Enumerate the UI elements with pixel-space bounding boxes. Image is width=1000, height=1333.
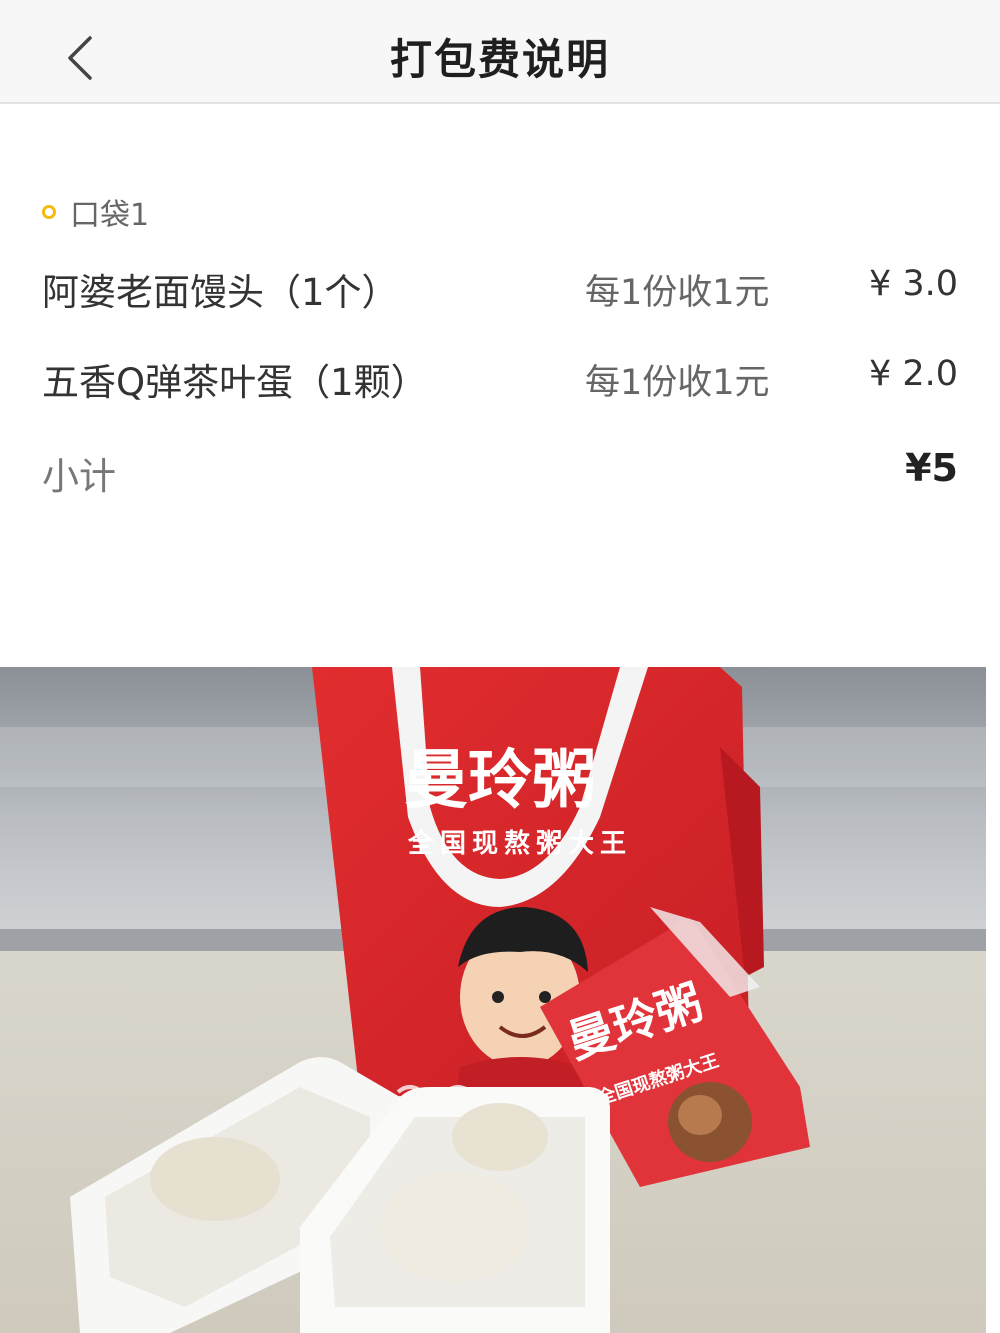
item-fee: ¥ 3.0 (868, 264, 958, 304)
fee-row: 阿婆老面馒头（1个） 每1份收1元 ¥ 3.0 (42, 258, 958, 318)
item-fee: ¥ 2.0 (868, 354, 958, 394)
bag-slogan: 全国现熬粥大王 (407, 828, 632, 859)
bag-brand: 曼玲粥 (404, 744, 596, 818)
subtotal-value: ¥5 (905, 446, 958, 490)
page-title: 打包费说明 (389, 35, 610, 84)
item-name: 阿婆老面馒头（1个） (42, 271, 399, 314)
bag-label: 口袋1 (70, 198, 150, 233)
fee-rule: 每1份收1元 (585, 363, 770, 403)
nav-bar: 打包费说明 (0, 0, 1000, 104)
bullet-dot-icon (42, 205, 56, 219)
subtotal-label: 小计 (42, 455, 116, 498)
fee-row: 五香Q弹茶叶蛋（1颗） 每1份收1元 ¥ 2.0 (42, 348, 958, 408)
fee-rule: 每1份收1元 (585, 273, 770, 313)
packaging-photo: 曼玲粥 全国现熬粥大王 曼玲粥 全国现熬粥大王 (0, 667, 986, 1333)
item-name: 五香Q弹茶叶蛋（1颗） (42, 361, 428, 404)
bag-header: 口袋1 (42, 192, 150, 233)
